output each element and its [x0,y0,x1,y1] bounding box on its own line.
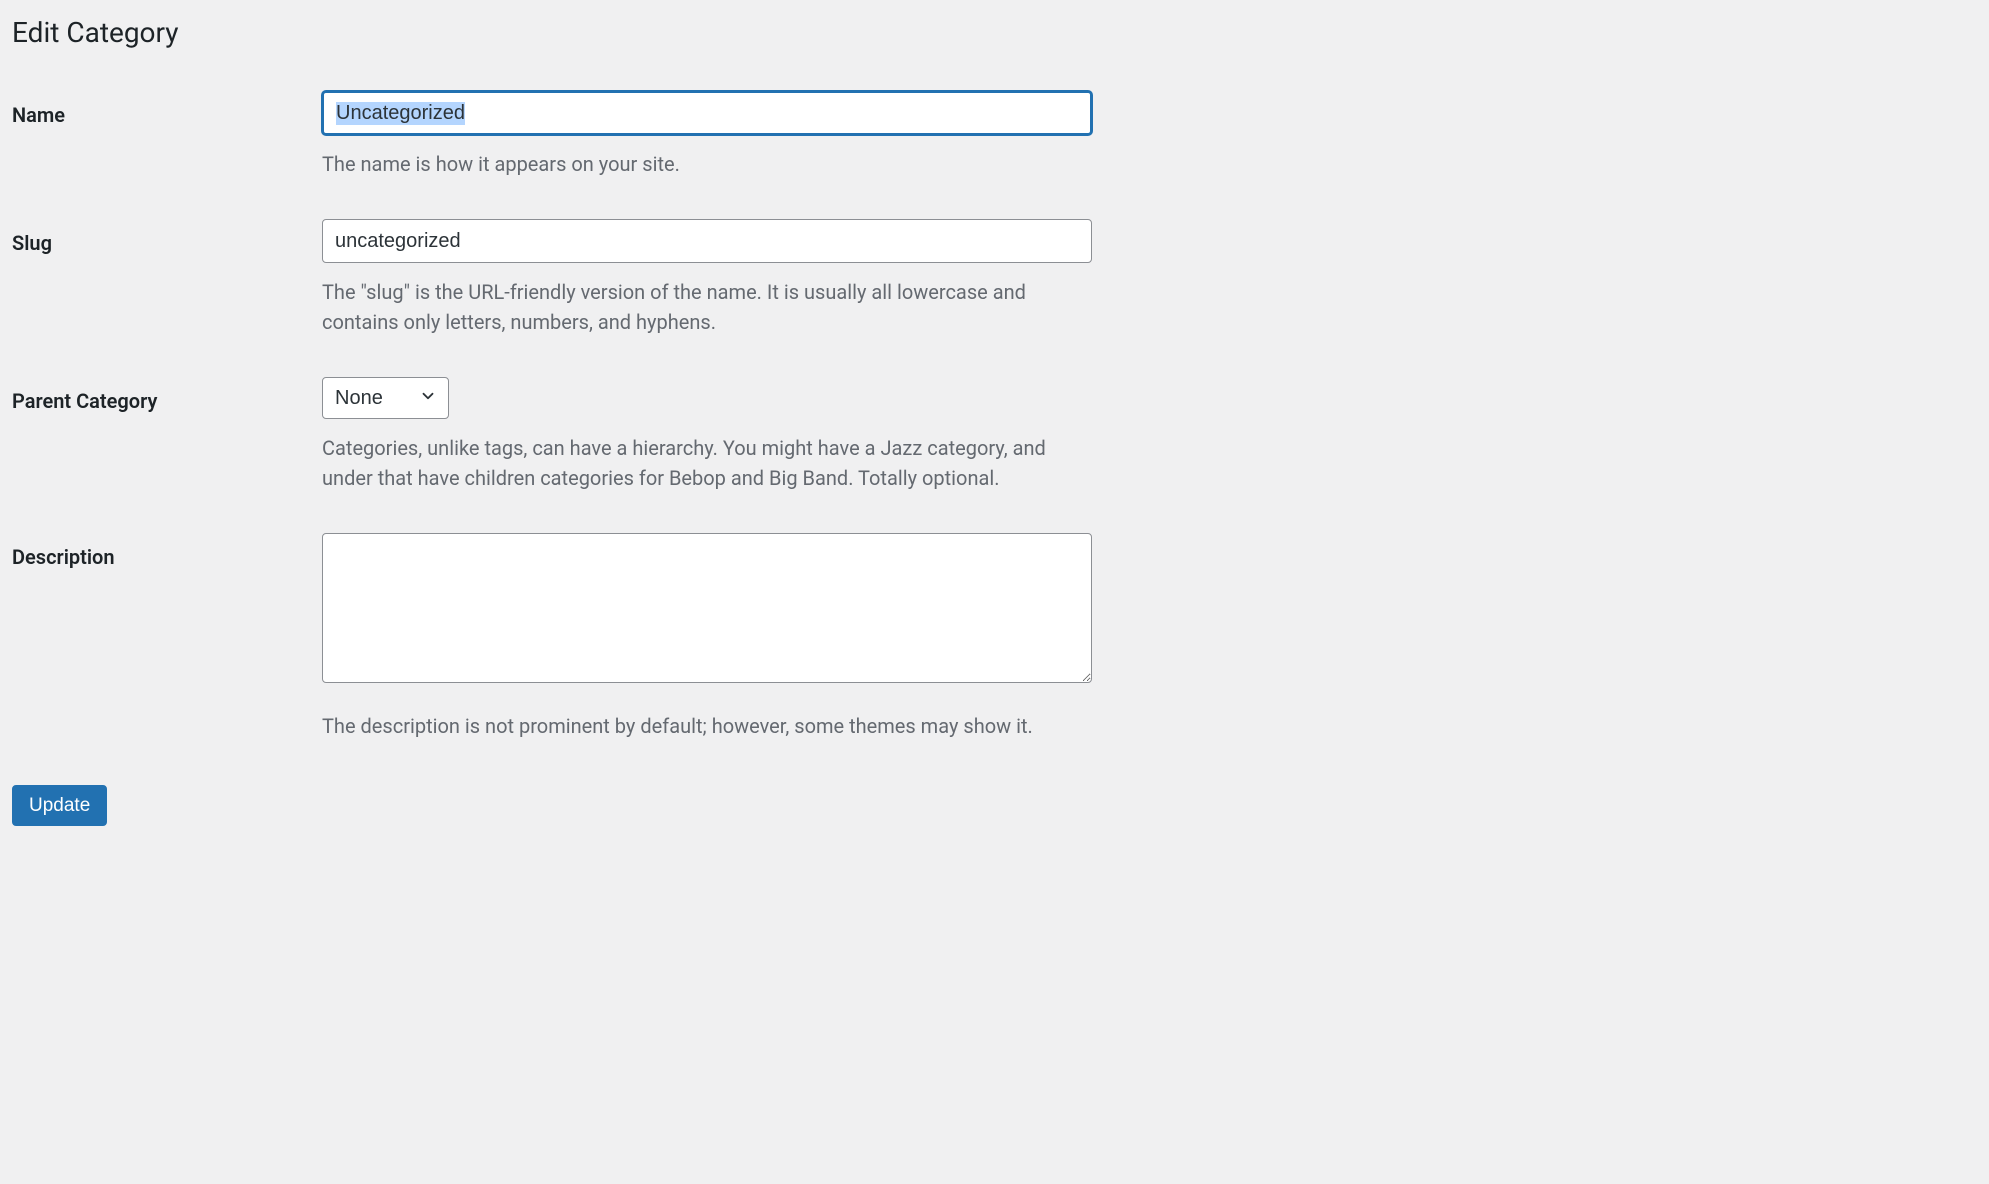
slug-description: The "slug" is the URL-friendly version o… [322,277,1082,337]
name-label: Name [12,103,65,127]
parent-description: Categories, unlike tags, can have a hier… [322,433,1082,493]
parent-label: Parent Category [12,389,157,413]
description-textarea[interactable] [322,533,1092,683]
name-row: Name The name is how it appears on your … [12,91,1977,179]
description-description: The description is not prominent by defa… [322,711,1082,741]
slug-input[interactable] [322,219,1092,263]
update-button[interactable]: Update [12,785,107,826]
parent-select[interactable]: None [322,377,449,419]
parent-row: Parent Category None Categories, unlike … [12,377,1977,493]
name-input[interactable] [322,91,1092,135]
description-row: Description The description is not promi… [12,533,1977,741]
slug-row: Slug The "slug" is the URL-friendly vers… [12,219,1977,337]
slug-label: Slug [12,231,52,255]
page-title: Edit Category [12,16,1977,49]
name-description: The name is how it appears on your site. [322,149,1082,179]
description-label: Description [12,545,115,569]
